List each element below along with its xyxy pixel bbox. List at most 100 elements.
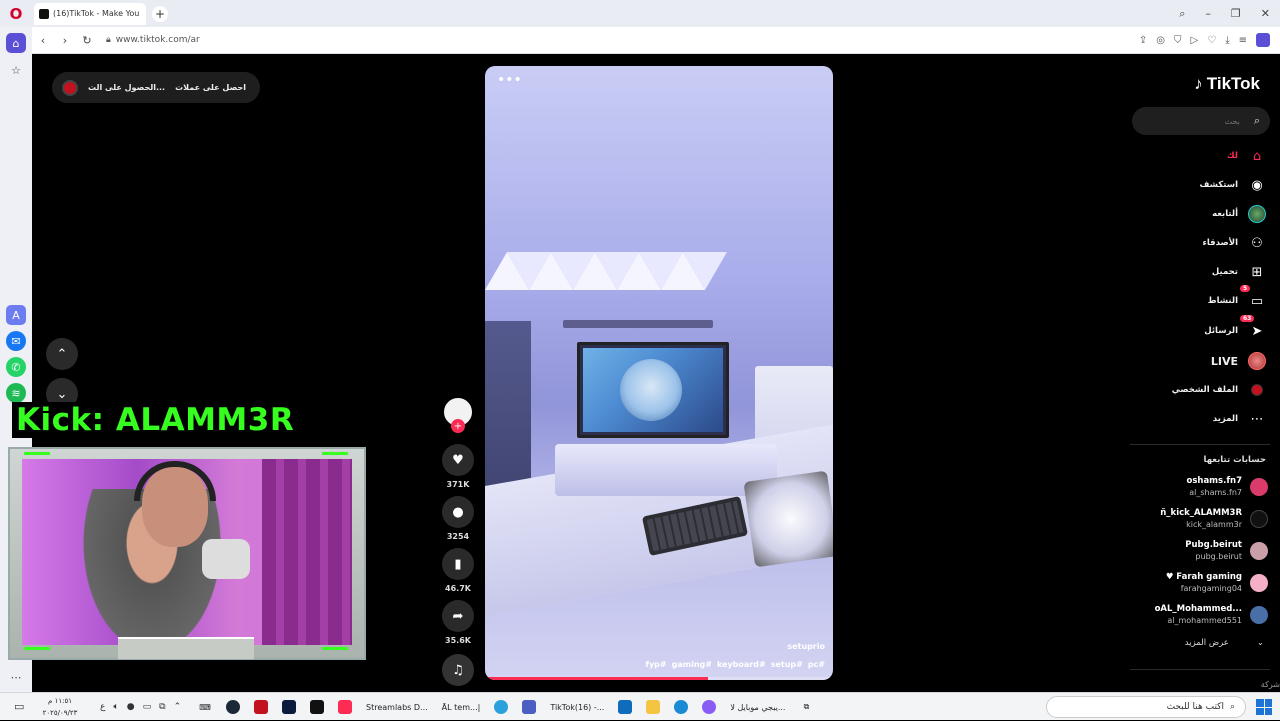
comment-action[interactable]: ● 3254 <box>442 496 474 541</box>
nav-for-you[interactable]: لك ⌂ <box>1227 145 1266 167</box>
steam-icon[interactable] <box>223 696 243 718</box>
url-field[interactable]: 🔒︎ www.tiktok.com/ar <box>106 35 200 45</box>
spotify-icon[interactable]: ≋ <box>6 383 26 403</box>
notepad-icon[interactable] <box>519 696 539 718</box>
share-icon[interactable]: ⇪ <box>1139 35 1147 46</box>
following-account[interactable]: οshams.fn7 al_shams.fn7 <box>1187 474 1268 500</box>
hashtag[interactable]: setup# <box>771 660 803 669</box>
nav-activity[interactable]: النشاط ▭ 5 <box>1208 285 1266 312</box>
copilot-icon[interactable] <box>699 696 719 718</box>
adobe-icon[interactable] <box>251 696 271 718</box>
share-action[interactable]: ➦ 35.6K <box>442 600 474 645</box>
hashtag[interactable]: keyboard# <box>717 660 766 669</box>
comment-icon[interactable]: ● <box>442 496 474 528</box>
outlook-icon[interactable] <box>615 696 635 718</box>
avatar <box>1250 542 1268 560</box>
following-account[interactable]: οAL_Mohammed... al_mohammed551 <box>1155 602 1268 628</box>
get-coins-link[interactable]: احصل على عملات <box>175 83 246 92</box>
hashtag[interactable]: pc# <box>808 660 825 669</box>
notifications-icon[interactable]: ▭ <box>14 700 24 713</box>
shield-icon[interactable]: ⛉ <box>1174 35 1182 46</box>
tiktok-logo[interactable]: ♪ TikTok <box>1194 74 1260 94</box>
forward-button[interactable]: › <box>54 29 76 51</box>
account-handle: al_shams.fn7 <box>1189 488 1242 497</box>
profile-icon[interactable] <box>1256 33 1270 47</box>
company-link[interactable]: شركة <box>1261 680 1280 689</box>
user-avatar[interactable] <box>62 79 78 96</box>
search-icon[interactable]: ⌕ <box>1254 114 1260 128</box>
task-view-icon[interactable]: ⧉ <box>796 696 816 718</box>
sidebar-more-icon[interactable]: ⋯ <box>6 667 26 687</box>
nav-upload[interactable]: تحميل ⊞ <box>1212 261 1266 283</box>
following-account[interactable]: Pubg.beirut pubg.beirut <box>1185 538 1268 564</box>
nav-following[interactable]: ألتابعه <box>1212 203 1266 225</box>
download-icon[interactable]: ⤓ <box>1225 35 1229 46</box>
video-progress-bar[interactable] <box>485 677 833 680</box>
see-more-button[interactable]: عرض المزيد ⌄ <box>1185 638 1264 648</box>
taskbar-app-streamlabs[interactable]: Streamlabs D... <box>363 696 431 718</box>
language-indicator[interactable]: ع <box>100 702 105 712</box>
restore-button[interactable]: ❐ <box>1231 7 1241 20</box>
nav-explore[interactable]: استكشف ◉ <box>1200 174 1266 196</box>
explorer-icon[interactable] <box>643 696 663 718</box>
share-arrow-icon[interactable]: ➦ <box>442 600 474 632</box>
save-action[interactable]: ▮ 46.7K <box>442 548 474 593</box>
video-author[interactable]: setuprio <box>787 642 825 651</box>
bookmark-icon[interactable]: ▮ <box>442 548 474 580</box>
workspace-icon[interactable]: ⌂ <box>6 33 26 53</box>
following-account[interactable]: ñ_kick_ALAMM3R kick_alamm3r <box>1160 506 1268 532</box>
follow-plus-icon[interactable]: + <box>451 419 465 433</box>
nav-messages[interactable]: الرسائل ➤ 63 <box>1204 315 1266 342</box>
taskbar-app-telegram[interactable]: ĀL tem...| <box>439 696 484 718</box>
nav-profile[interactable]: الملف الشخصي <box>1172 379 1266 401</box>
minimize-button[interactable]: – <box>1205 7 1211 20</box>
tab-search-icon[interactable]: ⌕ <box>1179 7 1185 21</box>
video-player[interactable]: ••• setuprio fyp# gaming# keyboard# setu… <box>485 66 833 680</box>
whatsapp-icon[interactable]: ✆ <box>6 357 26 377</box>
play-icon[interactable]: ▷ <box>1191 35 1199 46</box>
reload-button[interactable]: ↻ <box>76 29 98 51</box>
close-window-button[interactable]: ✕ <box>1261 7 1270 20</box>
aria-icon[interactable]: A <box>6 305 26 325</box>
taskbar-app-chrome[interactable]: يبجي موبايل لا... <box>727 696 788 718</box>
previous-video-button[interactable]: ⌃ <box>46 338 78 370</box>
tiktok-icon[interactable] <box>335 696 355 718</box>
heart-icon[interactable]: ♡ <box>1207 35 1216 46</box>
hashtag[interactable]: fyp# <box>645 660 666 669</box>
telegram-icon[interactable] <box>491 696 511 718</box>
photoshop-icon[interactable] <box>279 696 299 718</box>
keyboard-icon[interactable]: ⌨ <box>195 696 215 718</box>
display-icon[interactable]: ▭ <box>143 702 152 712</box>
tray-expand-icon[interactable]: ⌃ <box>174 702 182 712</box>
capcut-icon[interactable] <box>307 696 327 718</box>
heart-icon[interactable]: ♥ <box>442 444 474 476</box>
opera-logo-icon[interactable]: O <box>0 0 32 27</box>
nav-more[interactable]: المزيد ⋯ <box>1213 408 1266 430</box>
get-app-link[interactable]: الحصول على الت... <box>88 83 165 92</box>
new-tab-button[interactable]: + <box>152 5 168 22</box>
like-action[interactable]: ♥ 371K <box>442 444 474 489</box>
menu-icon[interactable]: ≡ <box>1239 35 1247 46</box>
taskbar-app-label: Streamlabs D... <box>366 702 428 712</box>
pinboard-icon[interactable]: ☆ <box>6 60 26 80</box>
windows-start-icon[interactable] <box>1256 699 1272 715</box>
volume-icon[interactable]: 🔈︎ <box>113 702 118 712</box>
camera-icon[interactable]: ◎ <box>1156 35 1165 46</box>
back-button[interactable]: ‹ <box>32 29 54 51</box>
microphone-icon[interactable]: ● <box>127 702 135 712</box>
browser-tab-tiktok[interactable]: (16)TikTok - Make You <box>34 2 146 25</box>
clock[interactable]: ١١:٥١ م ٢٠٢٥/٠٩/٢٣ <box>34 693 86 721</box>
search-input[interactable]: بحث ⌕ <box>1132 107 1270 135</box>
video-more-icon[interactable]: ••• <box>497 72 522 88</box>
network-icon[interactable]: ⧉ <box>159 702 165 712</box>
taskbar-app-opera[interactable]: TikTok(16) -... <box>547 696 607 718</box>
nav-friends[interactable]: الأصدقاء ⚇ <box>1203 232 1266 254</box>
nav-live[interactable]: LIVE <box>1211 350 1266 372</box>
hashtag[interactable]: gaming# <box>672 660 712 669</box>
taskbar-search-input[interactable]: اكتب هنا للبحث ⌕ <box>1046 696 1246 718</box>
messenger-icon[interactable]: ✉ <box>6 331 26 351</box>
following-account[interactable]: ♥ Farah gaming farahgaming04 <box>1166 570 1268 596</box>
music-disc-icon[interactable]: ♫ <box>442 654 474 686</box>
music-action[interactable]: ♫ <box>442 654 474 686</box>
edge-icon[interactable] <box>671 696 691 718</box>
